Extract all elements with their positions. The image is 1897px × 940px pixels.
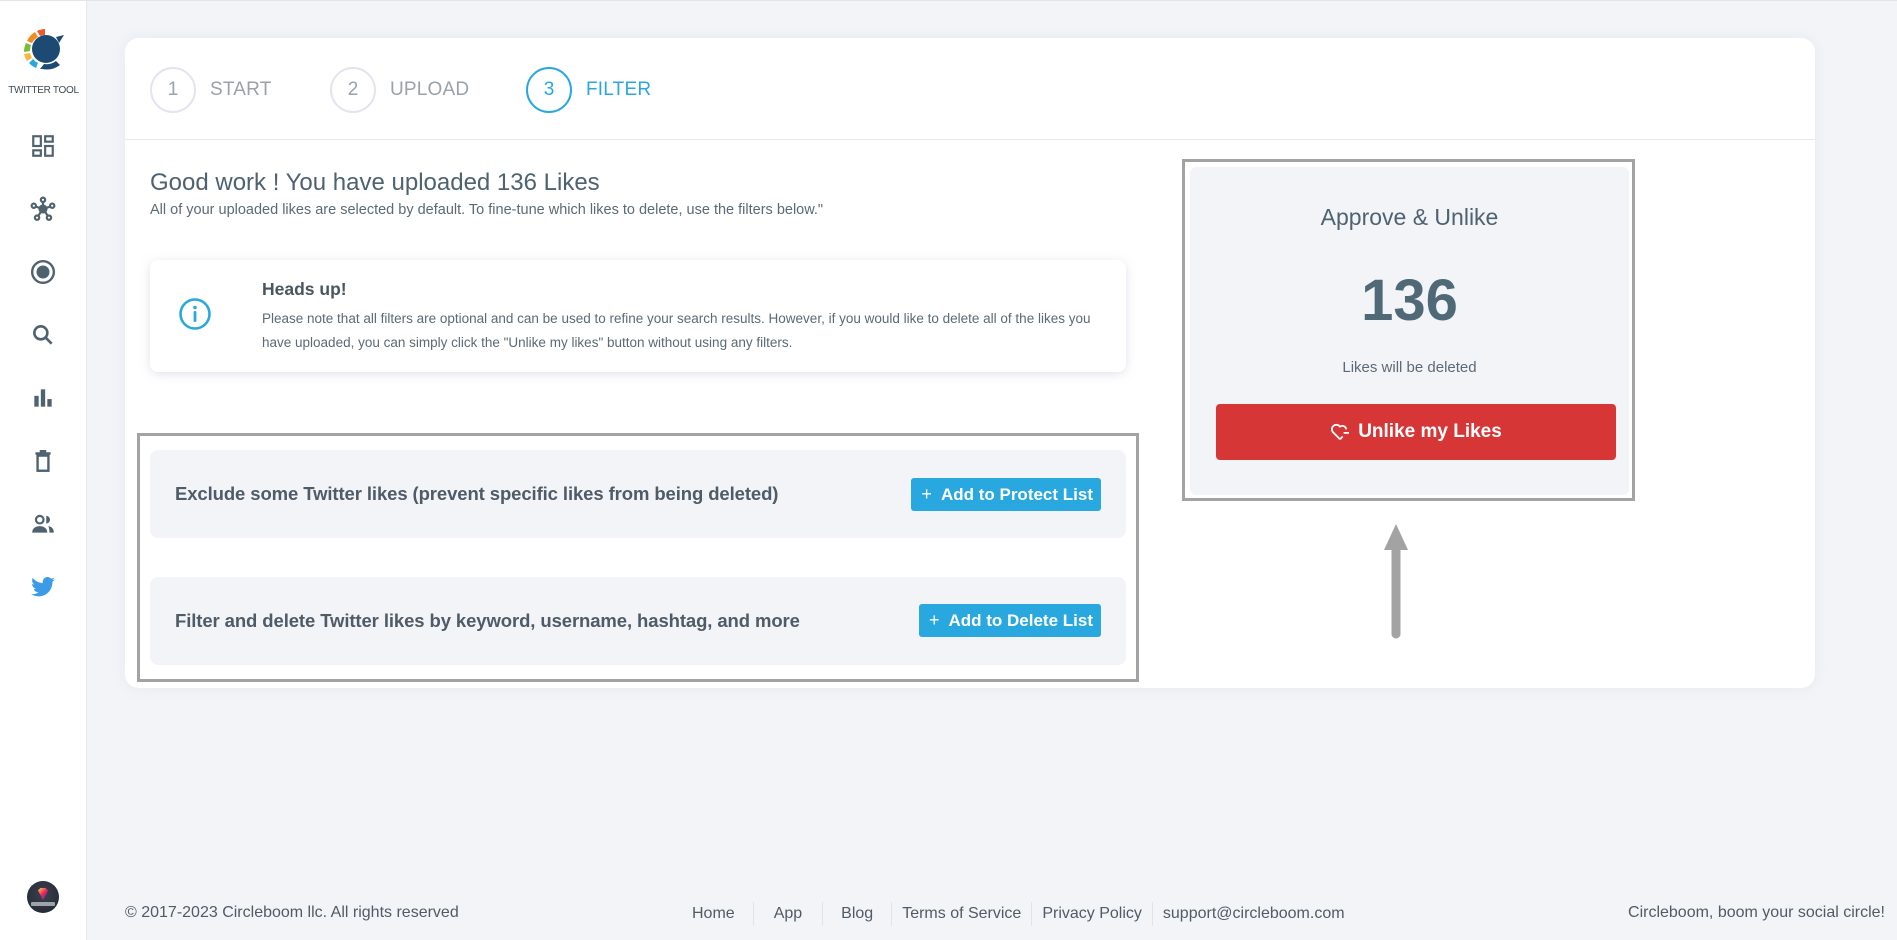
logo-text: TWITTER TOOL	[8, 85, 79, 96]
likes-count-caption: Likes will be deleted	[1342, 359, 1477, 376]
step-label: START	[210, 79, 272, 100]
step-label: FILTER	[586, 79, 652, 100]
approve-highlight-frame: Approve & Unlike 136 Likes will be delet…	[1182, 159, 1635, 501]
radio-target-icon	[30, 259, 56, 285]
add-to-protect-list-button[interactable]: + Add to Protect List	[911, 478, 1101, 511]
heads-up-alert: Heads up! Please note that all filters a…	[150, 260, 1126, 372]
sidebar-item-delete[interactable]	[29, 447, 57, 475]
alert-title: Heads up!	[262, 279, 347, 299]
info-icon	[179, 298, 211, 330]
alert-body: Please note that all filters are optiona…	[262, 311, 1091, 350]
footer-link-privacy[interactable]: Privacy Policy	[1031, 902, 1152, 926]
footer-link-home[interactable]: Home	[692, 902, 753, 926]
sidebar-item-target[interactable]	[29, 258, 57, 286]
step-number: 3	[526, 67, 572, 113]
filter-description: Exclude some Twitter likes (prevent spec…	[175, 483, 779, 504]
sidebar-item-twitter[interactable]	[29, 573, 57, 601]
plus-icon: +	[921, 484, 932, 504]
dashboard-icon	[32, 135, 54, 157]
button-label: Unlike my Likes	[1358, 421, 1502, 442]
likes-count: 136	[1361, 268, 1458, 333]
twitter-bird-icon	[31, 577, 55, 597]
step-number: 2	[330, 67, 376, 113]
step-label: UPLOAD	[390, 79, 470, 100]
button-label: Add to Delete List	[948, 610, 1093, 630]
bar-chart-icon	[34, 389, 52, 407]
plus-icon: +	[928, 610, 940, 630]
approve-panel: Approve & Unlike 136 Likes will be delet…	[1190, 167, 1629, 495]
copyright: © 2017-2023 Circleboom llc. All rights r…	[125, 904, 459, 921]
sidebar-item-analytics[interactable]	[29, 384, 57, 412]
network-icon	[30, 196, 56, 221]
add-to-delete-list-button[interactable]: + Add to Delete List	[918, 604, 1101, 637]
users-icon	[32, 514, 54, 533]
footer-tagline: Circleboom, boom your social circle!	[1628, 904, 1885, 921]
avatar-caption	[31, 902, 55, 906]
sidebar-item-network[interactable]	[29, 195, 57, 223]
filter-row-delete: Filter and delete Twitter likes by keywo…	[150, 577, 1126, 665]
step-start[interactable]: 1 START	[150, 67, 272, 113]
page-subtitle: All of your uploaded likes are selected …	[150, 202, 824, 218]
search-icon	[33, 325, 53, 345]
stepper: 1 START 2 UPLOAD 3 FILTER	[125, 38, 1815, 140]
filter-description: Filter and delete Twitter likes by keywo…	[175, 610, 800, 631]
step-upload[interactable]: 2 UPLOAD	[330, 67, 469, 113]
page-title: Good work ! You have uploaded 136 Likes	[150, 169, 600, 196]
step-number: 1	[150, 67, 196, 113]
arrow-up-icon	[1384, 524, 1408, 639]
footer: © 2017-2023 Circleboom llc. All rights r…	[125, 902, 1885, 926]
footer-link-support-email[interactable]: support@circleboom.com	[1151, 902, 1355, 926]
footer-link-blog[interactable]: Blog	[822, 902, 891, 926]
heart-minus-icon	[1331, 423, 1350, 440]
filter-row-protect: Exclude some Twitter likes (prevent spec…	[150, 450, 1126, 538]
sidebar-item-search[interactable]	[29, 321, 57, 349]
footer-link-terms[interactable]: Terms of Service	[891, 902, 1031, 926]
sidebar-item-dashboard[interactable]	[29, 132, 57, 160]
sidebar-item-users[interactable]	[29, 510, 57, 538]
trash-icon	[35, 450, 51, 472]
approve-title: Approve & Unlike	[1320, 204, 1499, 230]
top-border	[0, 0, 1897, 1]
unlike-my-likes-button[interactable]: Unlike my Likes	[1216, 404, 1616, 460]
user-avatar[interactable]	[27, 881, 59, 913]
filters-highlight-frame: Exclude some Twitter likes (prevent spec…	[137, 433, 1139, 682]
step-filter[interactable]: 3 FILTER	[526, 67, 651, 113]
footer-link-app[interactable]: App	[752, 902, 822, 926]
circleboom-logo-icon[interactable]	[20, 25, 68, 73]
main-card: 1 START 2 UPLOAD 3 FILTER Good work ! Yo…	[125, 38, 1815, 688]
button-label: Add to Protect List	[940, 484, 1093, 504]
sidebar: TWITTER TOOL	[0, 1, 87, 940]
avatar-gem-icon	[38, 888, 48, 900]
footer-links: Home App Blog Terms of Service Privacy P…	[692, 902, 1355, 926]
